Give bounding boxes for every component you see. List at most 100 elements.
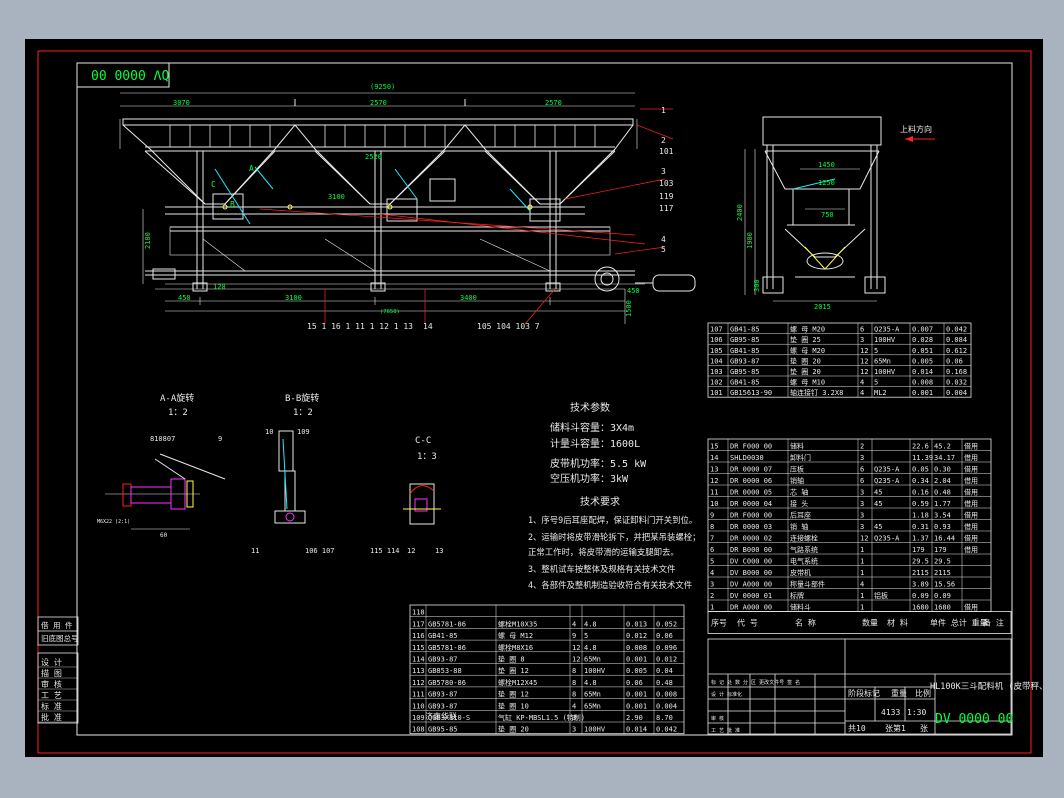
upper-parts-cell: 0.007 [912,326,933,334]
lower-parts-cell: 65Mn [584,656,601,664]
main-parts-cell: 6 [710,546,714,554]
side-dim-4: 2015 [814,303,831,311]
lower-parts-cell: 8 [572,679,576,687]
stage-label: 阶段标记 [848,688,880,698]
tb-row-2: 设 计 标准化 [711,691,742,698]
main-parts-cell: 压板 [790,465,804,474]
main-parts-cell: 借用 [964,488,978,497]
lower-parts-cell: 0.001 [626,702,647,710]
upper-parts-cell: 3 [860,336,864,344]
main-parts-cell: DR A000 00 [730,604,772,612]
main-parts-cell: 1680 [912,604,929,612]
main-parts-cell: 16.44 [934,535,955,543]
lower-parts-cell: 0.096 [656,644,677,652]
tb-row-1: 标 记 处 数 分 区 更改文件号 签 名 [711,679,800,686]
main-parts-cell: 借用 [964,453,978,462]
upper-parts-cell: GB41-85 [730,379,760,387]
main-parts-cell: 借用 [964,603,978,612]
feed-direction-label: 上料方向 [900,124,932,134]
side-dim-6: 1900 [746,232,754,249]
callout-bottom-1: 15 1 16 1 11 1 12 1 13 [307,322,413,331]
main-parts-cell: Q235-A [874,477,900,485]
lower-parts-cell: 垫 圈 12 [498,690,529,699]
main-header-cell: 单件 总计 重量 [930,618,988,628]
main-parts-cell: 1 [860,604,864,612]
main-parts-cell: 0.05 [912,466,929,474]
dim-bottom-total: (7650) [380,309,400,315]
tech-req-heading: 技术要求 [580,495,620,508]
upper-parts-cell: 0.001 [912,389,933,397]
upper-parts-cell: 轴连接钉 3.2X8 [790,388,843,397]
main-parts-cell: 12 [710,477,718,485]
main-parts-cell: 4 [860,581,864,589]
upper-parts-cell: ML2 [874,389,887,397]
main-parts-cell: 6 [860,466,864,474]
main-parts-cell: 借用 [964,476,978,485]
lower-parts-cell: GB41-85 [428,632,458,640]
main-parts-cell: 22.6 [912,443,929,451]
main-parts-cell: DR 0000 04 [730,500,772,508]
cad-viewport[interactable]: 00 0000 ΛQ (9250) 3070 2570 2570 2520 31… [0,0,1064,798]
main-parts-cell: 3 [860,489,864,497]
dim-bottom2: 3400 [460,294,477,302]
main-parts-cell: 1.37 [912,535,929,543]
main-parts-cell: 借用 [964,522,978,531]
main-parts-cell: 1.77 [934,500,951,508]
main-parts-cell: 0.09 [934,592,951,600]
upper-parts-table: 107 GB41-85 螺 母 M20 6 Q235-A 0.007 0.042 106 GB9… [707,322,972,398]
main-parts-cell: 3.89 [912,581,929,589]
main-parts-cell: DR 0000 06 [730,477,772,485]
main-parts-cell: 179 [934,546,947,554]
balloon-2: 2 [661,136,666,145]
callout-bottom-2: 14 [423,322,433,331]
main-parts-cell: 0.48 [934,489,951,497]
lower-parts-cell: 8.70 [656,714,673,722]
cad-drawing: 00 0000 ΛQ (9250) 3070 2570 2570 2520 31… [37,50,1064,754]
main-parts-cell: 15.56 [934,581,955,589]
section-aa-callout-2: 9 [218,435,222,443]
main-parts-cell: 芯 轴 [790,488,808,497]
tech-param-3: 皮带机功率：5.5 kW [550,457,647,470]
main-header-cell: 备 注 [983,618,1004,628]
main-header-cell: 代 号 [737,618,758,628]
balloon-117: 117 [659,204,674,213]
side-dim-2: 1250 [818,179,835,187]
main-parts-cell: 29.5 [912,558,929,566]
section-cc-callout-2: 12 [407,547,415,555]
strip-approval-label: 批 准 [41,712,62,722]
lower-parts-cell: 118 [412,609,425,617]
main-parts-cell: Q235-A [874,466,900,474]
inner-border [76,62,1013,736]
lower-parts-cell: 114 [412,656,425,664]
main-parts-cell: DR F000 00 [730,443,772,451]
lower-parts-cell: 0.06 [626,679,643,687]
strip-approval-label: 审 核 [41,679,62,689]
tech-req-1: 1、序号9后耳座配焊，保证卸料门开关到位。 [528,515,697,525]
lower-parts-cell: 109 [412,714,425,722]
main-parts-cell: 接 头 [790,499,808,508]
left-strip: 借 用 件 旧底图总号 设 计描 图审 核工 艺标 准批 准 [37,616,79,724]
lower-parts-cell: 12 [572,656,580,664]
side-view-accents [792,136,935,270]
main-parts-cell: 14 [710,454,718,462]
main-parts-cell: DR 0000 03 [730,523,772,531]
main-parts-cell: 3.54 [934,512,951,520]
section-cc: C-C 1：3 115 114 12 13 [370,436,443,555]
main-parts-cell: 3 [860,512,864,520]
lower-parts-cell: 112 [412,679,425,687]
main-parts-cell: DR 0000 07 [730,466,772,474]
weight-label: 重量 [891,688,907,698]
main-parts-cell: 11 [710,489,718,497]
upper-parts-cell: 12 [860,347,868,355]
upper-parts-cell: 106 [710,336,723,344]
side-view [744,116,886,302]
main-parts-cell: 10 [710,500,718,508]
dim-d3: 2570 [545,99,562,107]
main-parts-cell: 0.59 [912,500,929,508]
upper-parts-cell: 垫 圈 20 [790,367,821,376]
lower-parts-cell: 115 [412,644,425,652]
dim-mid: 3100 [328,193,345,201]
main-parts-cell: 0.16 [912,489,929,497]
main-parts-cell: DR 0000 05 [730,489,772,497]
lower-parts-cell: 4.8 [584,644,597,652]
